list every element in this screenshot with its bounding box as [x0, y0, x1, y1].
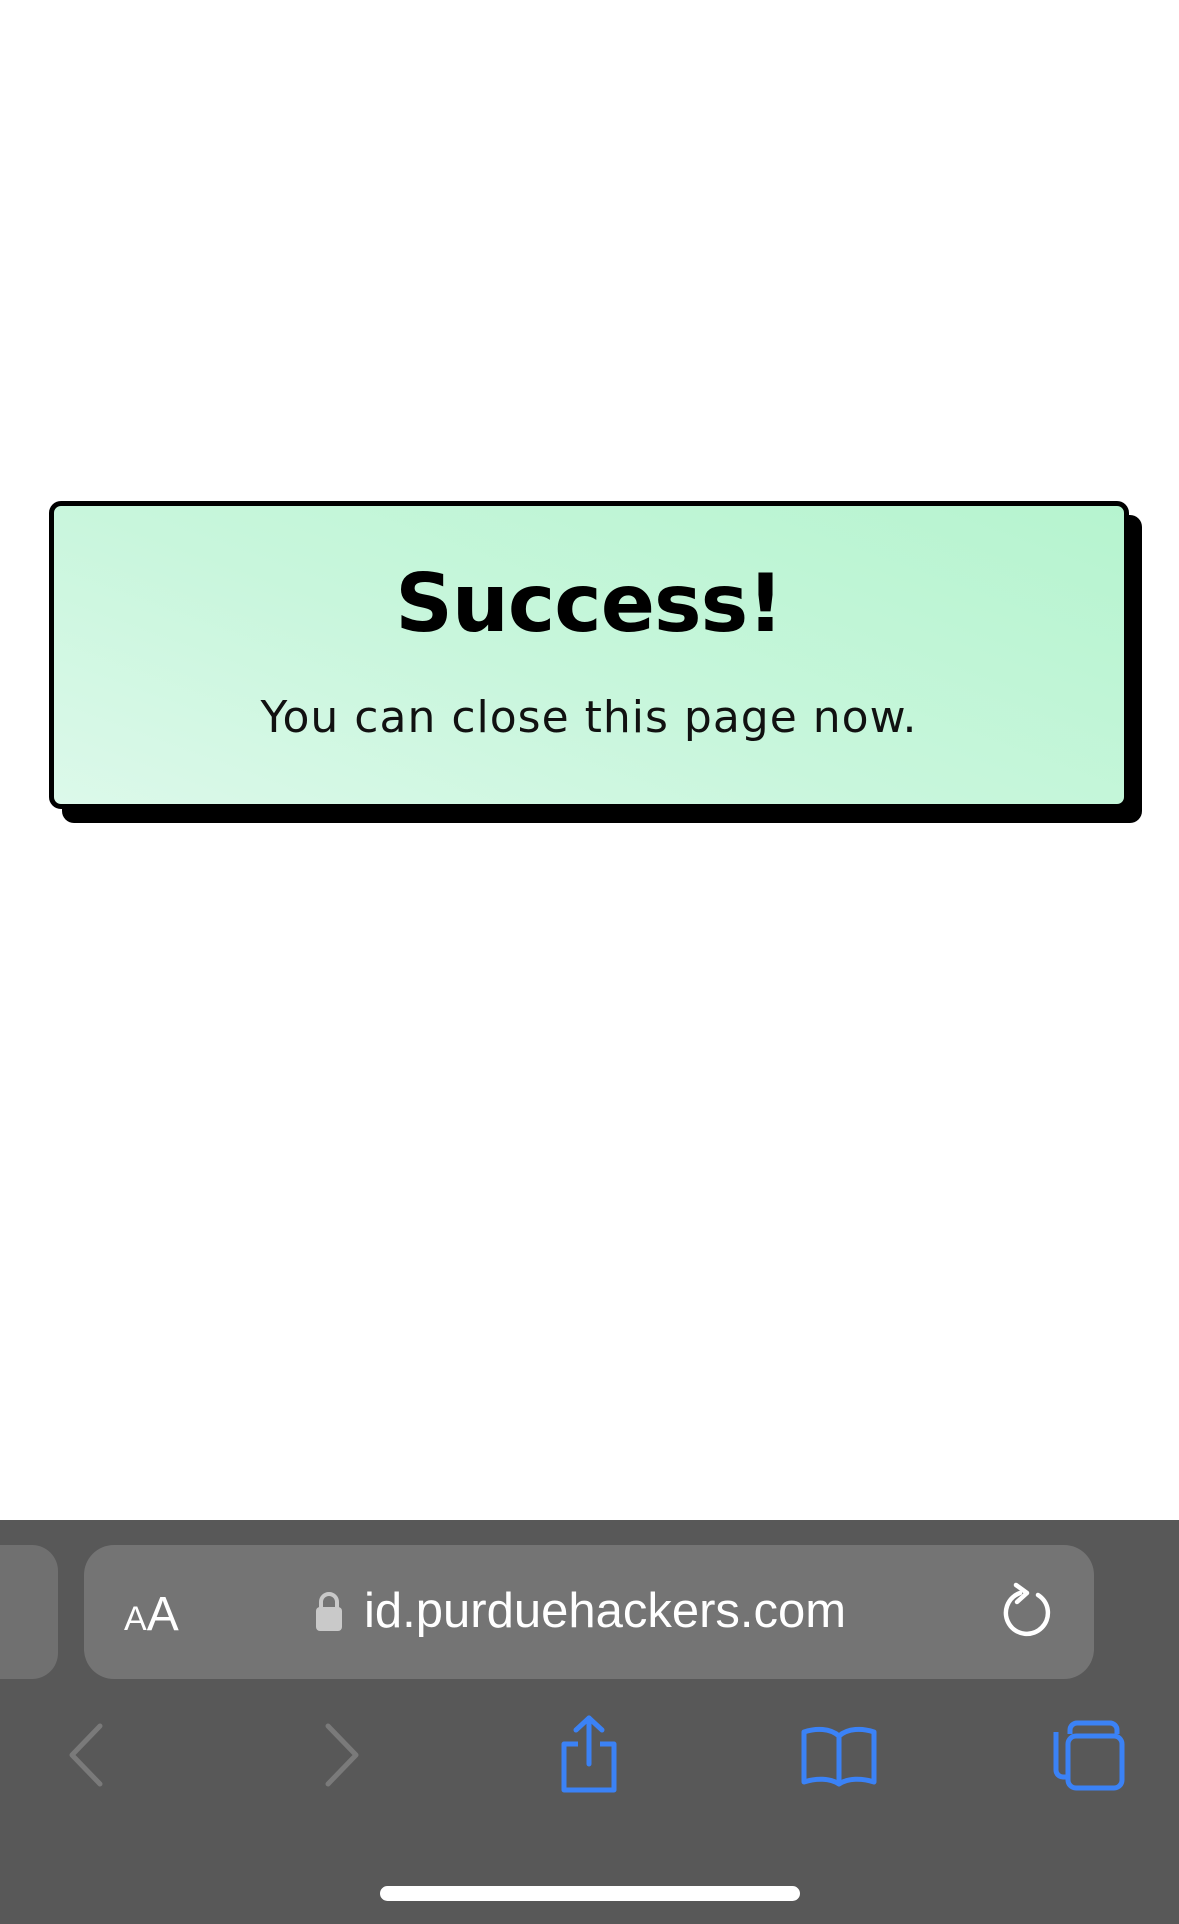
text-size-button[interactable]: AA [124, 1587, 204, 1641]
previous-tab-address-bar[interactable] [0, 1545, 58, 1679]
text-size-small-a: A [124, 1600, 147, 1638]
home-indicator[interactable] [380, 1886, 800, 1901]
success-message: You can close this page now. [260, 692, 918, 743]
success-card: Success! You can close this page now. [49, 501, 1129, 809]
chevron-right-icon[interactable] [320, 1720, 364, 1790]
text-size-large-a: A [146, 1588, 179, 1641]
success-title: Success! [395, 557, 783, 650]
url-display[interactable]: id.purduehackers.com [314, 1581, 846, 1641]
address-bar[interactable]: AA id.purduehackers.com [84, 1545, 1094, 1679]
book-icon[interactable] [800, 1724, 878, 1788]
chevron-left-icon[interactable] [64, 1720, 108, 1790]
url-text: id.purduehackers.com [364, 1584, 847, 1638]
lock-icon [316, 1592, 342, 1631]
browser-bottom-bar: AA id.purduehackers.com [0, 1520, 1179, 1924]
share-icon[interactable] [558, 1714, 620, 1794]
tabs-icon[interactable] [1052, 1720, 1126, 1792]
reload-icon[interactable] [1000, 1581, 1058, 1641]
